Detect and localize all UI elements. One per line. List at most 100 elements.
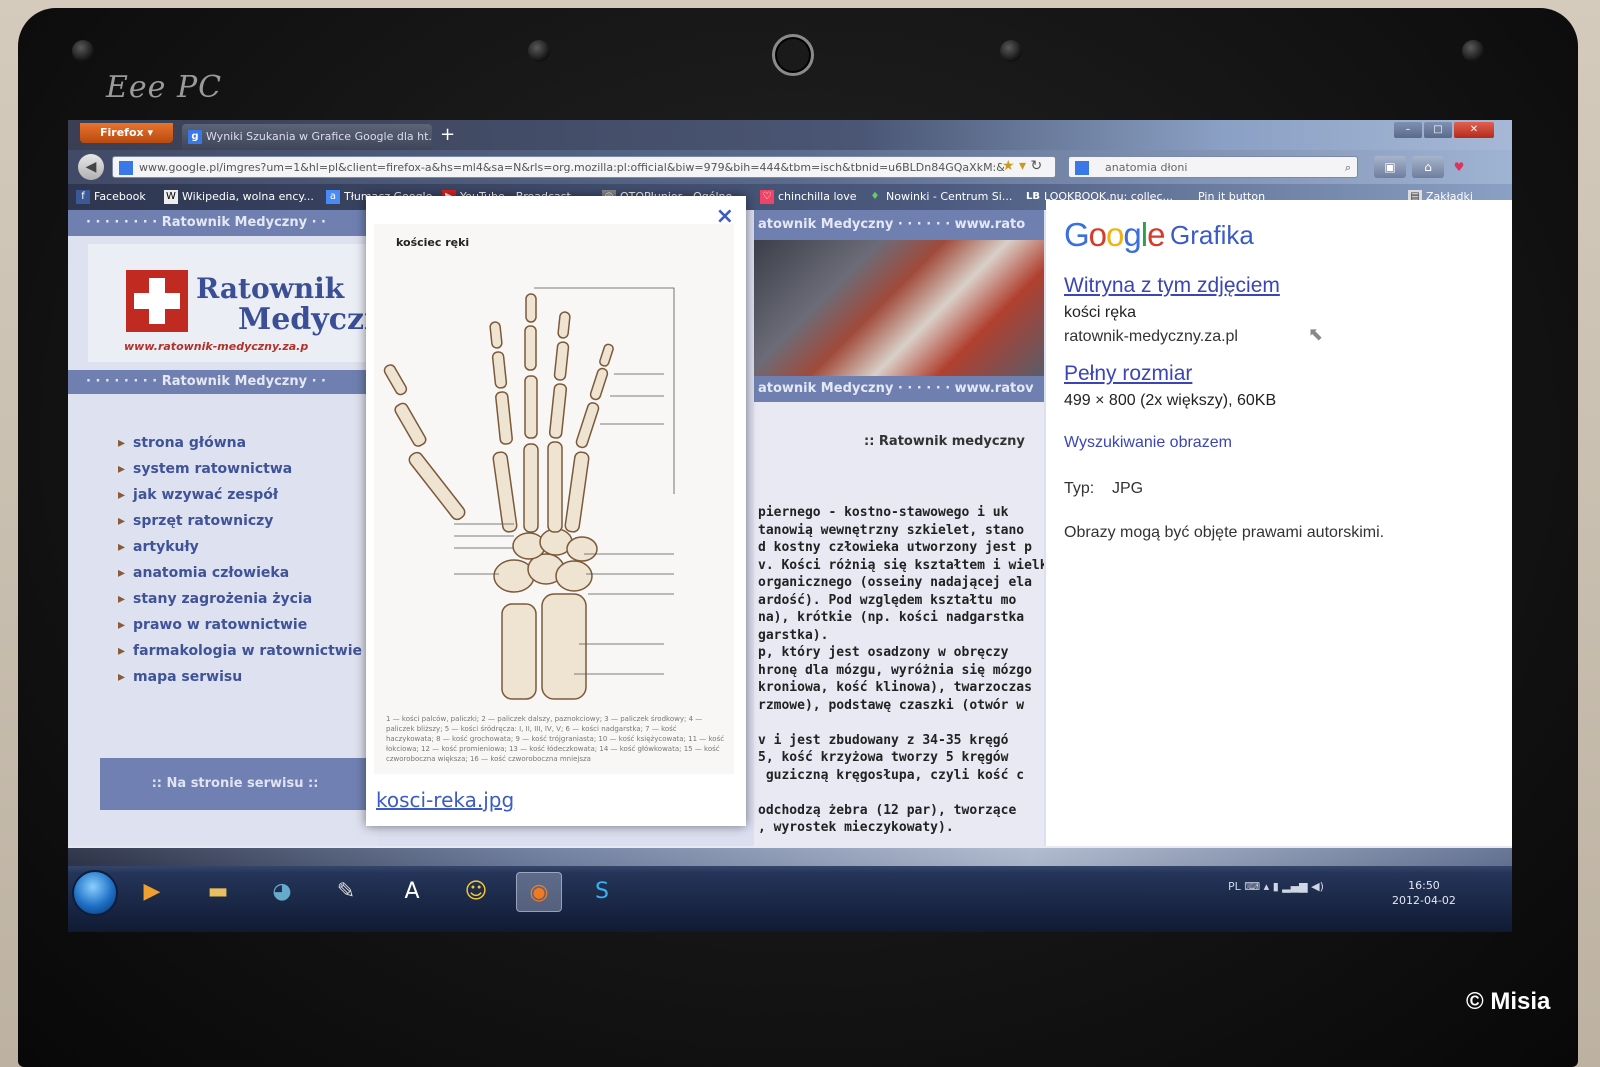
- google-logo[interactable]: Google: [1064, 216, 1165, 254]
- webcam-icon: [772, 34, 814, 76]
- facebook-icon: f: [76, 190, 90, 204]
- wikipedia-icon: W: [164, 190, 178, 204]
- laptop-screen: Firefox ▾ g Wyniki Szukania w Grafice Go…: [68, 120, 1512, 932]
- heart-icon[interactable]: ♥: [1450, 156, 1468, 178]
- toolbar-buttons: ▣ ⌂ ♥: [1374, 156, 1468, 178]
- bookmark-facebook[interactable]: f Facebook: [76, 184, 146, 210]
- site-banner-secondary: · · · · · · · · Ratownik Medyczny · ·: [68, 370, 378, 394]
- bookmark-label: Wikipedia, wolna ency...: [182, 190, 314, 203]
- nav-item[interactable]: mapa serwisu: [118, 664, 362, 690]
- search-by-image-link[interactable]: Wyszukiwanie obrazem: [1064, 434, 1232, 452]
- content-article-text: piernego - kostno-stawowego i uk tanowią…: [758, 505, 1044, 835]
- nav-item[interactable]: sprzęt ratowniczy: [118, 508, 362, 534]
- content-banner-secondary: atownik Medyczny · · · · · · www.ratov: [754, 376, 1044, 402]
- firefox-menu-button[interactable]: Firefox ▾: [80, 123, 173, 143]
- taskbar-clock[interactable]: 16:50 2012-04-02: [1392, 878, 1456, 908]
- image-preview-lightbox: × kościec ręki 1 — kości palców, paliczk…: [366, 196, 746, 826]
- site-nav: strona główna system ratownictwa jak wzy…: [118, 430, 362, 690]
- minimize-button[interactable]: –: [1394, 122, 1422, 138]
- downloads-button[interactable]: ▣: [1374, 156, 1406, 178]
- media-player-icon[interactable]: ▶: [130, 872, 174, 910]
- explorer-icon[interactable]: ▬: [196, 872, 240, 910]
- home-button[interactable]: ⌂: [1412, 156, 1444, 178]
- search-engine-icon: [1075, 161, 1089, 175]
- full-size-link[interactable]: Pełny rozmiar: [1064, 362, 1192, 386]
- image-size-info: 499 × 800 (2x większy), 60KB: [1064, 392, 1277, 409]
- bookmark-label: chinchilla love: [778, 190, 857, 203]
- google-image-details-panel: Google Grafika Witryna z tym zdjęciem ko…: [1046, 200, 1512, 846]
- figure-legend: 1 — kości palców, paliczki; 2 — paliczek…: [386, 715, 725, 763]
- firefox-menu-label: Firefox: [100, 126, 144, 139]
- rescuers-photo: [754, 240, 1044, 376]
- messenger-icon[interactable]: ☺: [454, 872, 498, 910]
- nav-item[interactable]: anatomia człowieka: [118, 560, 362, 586]
- skype-icon[interactable]: S: [580, 872, 624, 910]
- keyboard-icon[interactable]: ⌨: [1244, 880, 1260, 893]
- red-cross-icon: [126, 270, 188, 332]
- nav-item[interactable]: artykuły: [118, 534, 362, 560]
- bookmark-chinchilla[interactable]: ♡ chinchilla love: [760, 184, 857, 210]
- start-button[interactable]: [72, 870, 118, 916]
- na-stronie-box: :: Na stronie serwisu ::: [100, 758, 370, 810]
- nav-item[interactable]: stany zagrożenia życia: [118, 586, 362, 612]
- copyright-note: Obrazy mogą być objęte prawami autorskim…: [1064, 524, 1385, 541]
- page-domain-text: ratownik-medyczny.za.pl: [1064, 328, 1238, 345]
- site-logo[interactable]: Ratownik Medyczny www.ratownik-medyczny.…: [88, 244, 403, 362]
- picasa-icon[interactable]: ◕: [260, 872, 304, 910]
- reload-icon[interactable]: ↻: [1030, 158, 1042, 174]
- web-page: · · · · · · · · Ratownik Medyczny · · Ra…: [68, 196, 1512, 846]
- tray-expand-icon[interactable]: ▴: [1264, 880, 1270, 893]
- mouse-cursor-icon: ⬉: [1308, 324, 1324, 344]
- bookmark-nowinki[interactable]: ♦ Nowinki - Centrum Si...: [868, 184, 1013, 210]
- screw-icon: [72, 40, 94, 62]
- bookmark-label: Facebook: [94, 190, 146, 203]
- visit-page-link[interactable]: Witryna z tym zdjęciem: [1064, 274, 1280, 298]
- photo-watermark: © Misia: [1466, 988, 1551, 1015]
- paint-icon[interactable]: ✎: [324, 872, 368, 910]
- desktop-strip: [68, 848, 1512, 866]
- logo-line1: Ratownik: [196, 272, 345, 305]
- language-indicator[interactable]: PL: [1228, 880, 1241, 893]
- image-filename-link[interactable]: kosci-reka.jpg: [376, 788, 514, 812]
- browser-tab[interactable]: g Wyniki Szukania w Grafice Google dla h…: [182, 124, 432, 150]
- nav-item[interactable]: jak wzywać zespół: [118, 482, 362, 508]
- url-text: www.google.pl/imgres?um=1&hl=pl&client=f…: [139, 161, 1005, 174]
- system-tray: PL ⌨ ▴ ▮ ▂▄▆ ◀): [1228, 880, 1324, 893]
- wordpad-icon[interactable]: A: [390, 872, 434, 910]
- network-icon[interactable]: ▂▄▆: [1282, 880, 1307, 893]
- nav-item[interactable]: prawo w ratownictwie: [118, 612, 362, 638]
- maximize-button[interactable]: □: [1424, 122, 1452, 138]
- nav-item[interactable]: strona główna: [118, 430, 362, 456]
- screw-icon: [528, 40, 550, 62]
- volume-icon[interactable]: ◀): [1311, 880, 1324, 893]
- power-icon[interactable]: ▮: [1273, 880, 1279, 893]
- type-value: JPG: [1112, 480, 1144, 497]
- content-banner: atownik Medyczny · · · · · · www.rato: [754, 210, 1044, 240]
- android-icon: ♦: [870, 191, 880, 202]
- new-tab-button[interactable]: +: [440, 124, 455, 145]
- window-controls: – □ ✕: [1394, 122, 1494, 138]
- translate-icon: a: [326, 190, 340, 204]
- screw-icon: [1000, 40, 1022, 62]
- site-identity-icon: [119, 161, 133, 175]
- bookmark-star-icon[interactable]: ★ ▾ ↻: [1002, 158, 1042, 174]
- tumblr-icon: ♡: [760, 190, 774, 204]
- lookbook-icon: LB: [1026, 191, 1040, 202]
- back-button[interactable]: ◀: [78, 154, 104, 180]
- nav-item[interactable]: system ratownictwa: [118, 456, 362, 482]
- nav-item[interactable]: farmakologia w ratownictwie: [118, 638, 362, 664]
- firefox-icon[interactable]: ◉: [516, 872, 562, 912]
- site-content: atownik Medyczny · · · · · · www.rato at…: [754, 210, 1044, 846]
- laptop-photo: Eee PC Firefox ▾ g Wyniki Szukania w Gra…: [0, 0, 1600, 1067]
- close-window-button[interactable]: ✕: [1454, 122, 1494, 138]
- search-query: anatomia dłoni: [1105, 161, 1188, 174]
- bookmark-wikipedia[interactable]: W Wikipedia, wolna ency...: [164, 184, 314, 210]
- clock-date: 2012-04-02: [1392, 894, 1456, 907]
- site-banner: · · · · · · · · Ratownik Medyczny · ·: [68, 210, 378, 236]
- brand-logo: Eee PC: [106, 70, 223, 105]
- search-bar[interactable]: anatomia dłoni ⌕: [1068, 156, 1358, 178]
- url-bar[interactable]: www.google.pl/imgres?um=1&hl=pl&client=f…: [112, 156, 1056, 178]
- hand-skeleton-image[interactable]: kościec ręki 1 — kości palców, paliczki;…: [374, 224, 734, 774]
- search-icon[interactable]: ⌕: [1345, 157, 1351, 179]
- tab-title: Wyniki Szukania w Grafice Google dla ht.…: [206, 130, 432, 143]
